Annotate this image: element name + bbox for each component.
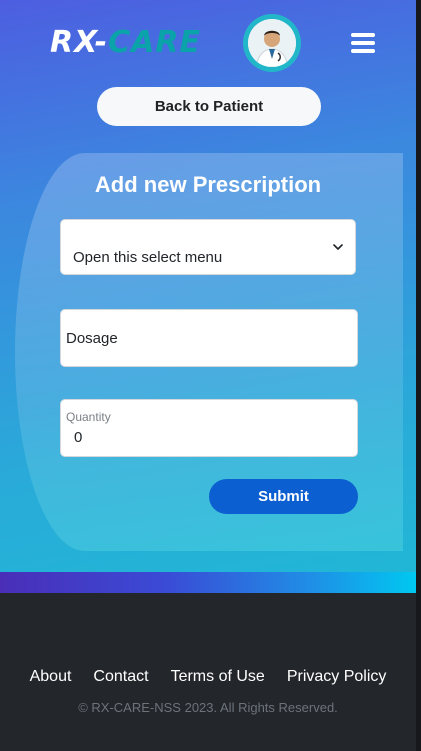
logo[interactable]: RX-CARE	[50, 25, 201, 60]
quantity-label: Quantity	[66, 410, 111, 424]
quantity-value: 0	[74, 429, 83, 446]
footer-link-contact[interactable]: Contact	[82, 668, 159, 686]
footer-links: About Contact Terms of Use Privacy Polic…	[0, 668, 416, 686]
menu-bar	[351, 33, 375, 37]
menu-bar	[351, 49, 375, 53]
form-title: Add new Prescription	[94, 172, 322, 197]
gradient-band	[0, 572, 416, 593]
doctor-figure-icon	[248, 19, 296, 67]
select-value: Open this select menu	[73, 249, 223, 266]
logo-care: CARE	[108, 25, 201, 60]
copyright-text: © RX-CARE-NSS 2023. All Rights Reserved.	[78, 700, 338, 715]
quantity-input[interactable]: Quantity 0	[60, 399, 358, 457]
dosage-placeholder: Dosage	[66, 330, 118, 347]
doctor-avatar-icon	[248, 19, 296, 67]
page: RX-CARE Back to Patient Add new Prescrip…	[0, 0, 421, 751]
back-to-patient-button[interactable]: Back to Patient	[97, 87, 321, 126]
footer-link-privacy[interactable]: Privacy Policy	[276, 668, 398, 686]
dosage-input[interactable]: Dosage	[60, 309, 358, 367]
scrollbar-strip	[416, 0, 421, 751]
footer-link-terms[interactable]: Terms of Use	[160, 668, 276, 686]
doctor-avatar[interactable]	[243, 14, 301, 72]
medication-select[interactable]: Open this select menu	[60, 219, 356, 275]
chevron-down-icon	[333, 244, 343, 250]
menu-bar	[351, 41, 375, 45]
hero-section: RX-CARE Back to Patient Add new Prescrip…	[0, 0, 416, 593]
hamburger-menu-icon[interactable]	[351, 33, 377, 55]
submit-button[interactable]: Submit	[209, 479, 358, 514]
footer-link-about[interactable]: About	[19, 668, 83, 686]
logo-rx: RX-	[50, 25, 109, 60]
